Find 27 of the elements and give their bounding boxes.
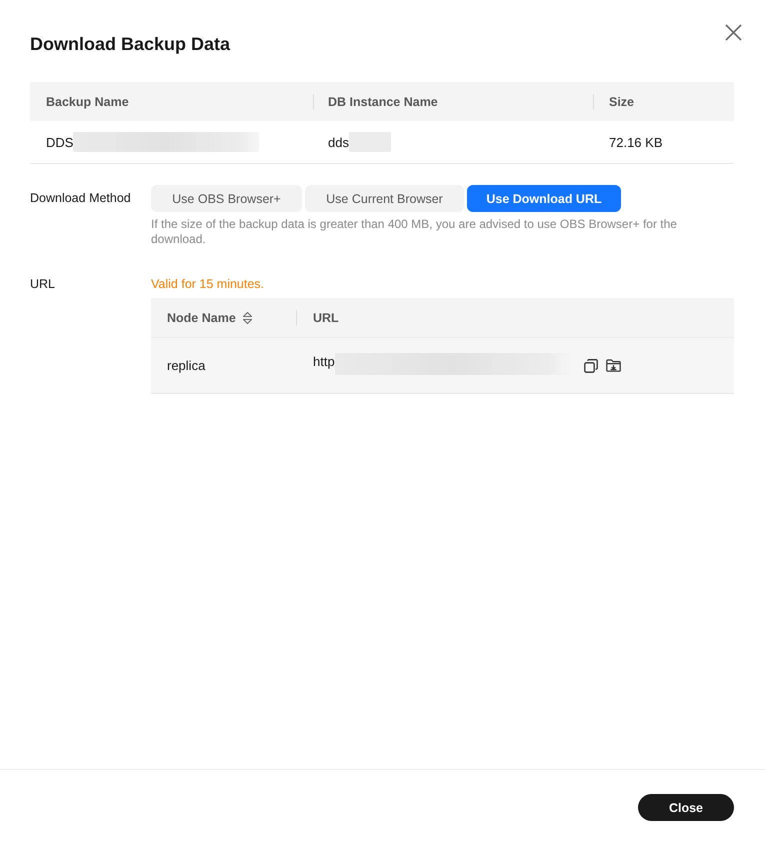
- column-header: Node Name: [167, 310, 236, 324]
- column-header: URL: [313, 310, 339, 324]
- close-icon: [725, 24, 742, 41]
- sort-button[interactable]: [242, 310, 253, 324]
- dialog-title: Download Backup Data: [30, 33, 230, 55]
- field-label: URL: [30, 277, 56, 293]
- table-cell: dds: [328, 134, 349, 150]
- validity-text: Valid for 15 minutes.: [151, 277, 266, 292]
- download-button[interactable]: [606, 359, 621, 372]
- folder-download-icon: [606, 359, 621, 372]
- table-cell: DDS: [46, 134, 74, 150]
- close-button[interactable]: Close: [638, 794, 734, 821]
- table-cell: http: [313, 354, 335, 368]
- table-cell: replica: [167, 358, 206, 373]
- copy-icon: [584, 358, 598, 372]
- field-label: Download Method: [30, 190, 132, 207]
- hint-text: If the size of the backup data is greater than 400 MB, you are advised to use OBS Browser+ for the download.: [151, 217, 678, 247]
- method-option[interactable]: Use Download URL: [467, 185, 621, 212]
- sort-icon: [242, 310, 253, 324]
- method-option[interactable]: Use OBS Browser+: [151, 185, 302, 212]
- column-header: Size: [609, 94, 634, 108]
- close-button[interactable]: [724, 23, 743, 42]
- column-header: Backup Name: [46, 94, 129, 108]
- method-option[interactable]: Use Current Browser: [305, 185, 464, 212]
- copy-button[interactable]: [584, 358, 598, 372]
- column-header: DB Instance Name: [328, 94, 438, 108]
- table-cell: 72.16 KB: [609, 134, 662, 150]
